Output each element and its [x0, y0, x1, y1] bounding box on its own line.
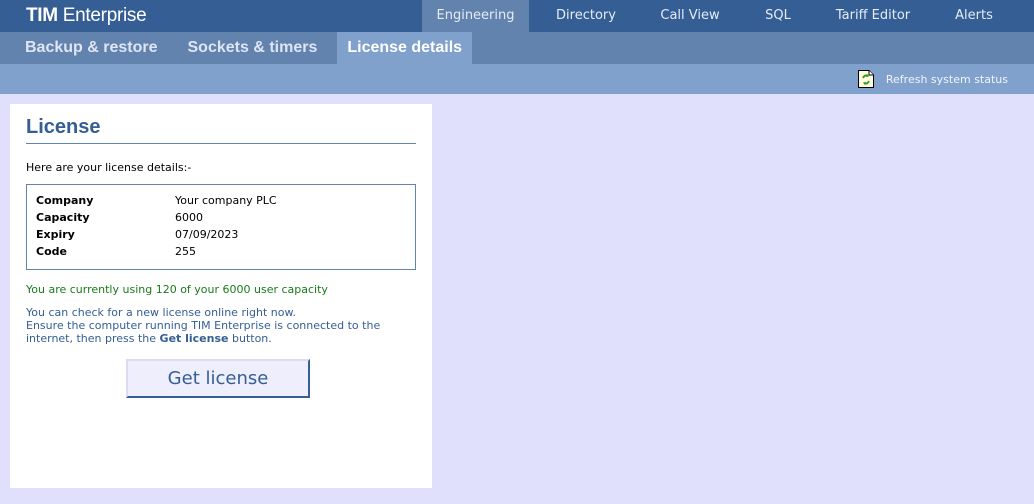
subtab-license-details[interactable]: License details: [337, 32, 473, 64]
details-row-expiry: Expiry 07/09/2023: [36, 228, 238, 245]
subtab-backup-restore[interactable]: Backup & restore: [0, 32, 173, 64]
help-line-2-bold: Get license: [159, 332, 229, 345]
details-value: Your company PLC: [175, 194, 277, 207]
tab-tariff-editor[interactable]: Tariff Editor: [819, 0, 927, 32]
details-key: Code: [36, 245, 67, 258]
tab-directory[interactable]: Directory: [529, 0, 643, 32]
license-details-table: Company Your company PLC Capacity 6000 E…: [26, 184, 416, 270]
sub-nav-bar: Backup & restore Sockets & timers Licens…: [0, 32, 1034, 64]
details-key: Company: [36, 194, 94, 207]
brand-bold: TIM: [26, 5, 58, 26]
page-title: License: [26, 116, 101, 138]
refresh-document-icon: [857, 70, 874, 88]
details-value: 07/09/2023: [175, 228, 239, 241]
help-line-1: You can check for a new license online r…: [26, 306, 296, 319]
refresh-label: Refresh system status: [885, 72, 1008, 86]
help-text: You can check for a new license online r…: [26, 306, 426, 345]
sub-nav: Backup & restore Sockets & timers Licens…: [0, 32, 473, 64]
subtab-sockets-timers[interactable]: Sockets & timers: [173, 32, 338, 64]
details-value: 255: [175, 245, 196, 258]
main-nav: Engineering Directory Call View SQL Tari…: [422, 0, 1021, 32]
details-value: 6000: [175, 211, 203, 224]
tab-sql[interactable]: SQL: [737, 0, 819, 32]
top-bar: TIM Enterprise Engineering Directory Cal…: [0, 0, 1034, 32]
app-logo: TIM Enterprise: [26, 5, 147, 27]
details-row-code: Code 255: [36, 245, 196, 262]
license-panel: License Here are your license details:- …: [10, 104, 432, 488]
intro-text: Here are your license details:-: [26, 161, 192, 174]
details-key: Expiry: [36, 228, 75, 241]
usage-status-text: You are currently using 120 of your 6000…: [26, 283, 328, 296]
details-key: Capacity: [36, 211, 90, 224]
help-line-2-post: button.: [228, 332, 272, 345]
title-divider: [26, 143, 416, 144]
help-line-2: Ensure the computer running TIM Enterpri…: [26, 319, 426, 345]
tab-alerts[interactable]: Alerts: [927, 0, 1021, 32]
tab-call-view[interactable]: Call View: [643, 0, 737, 32]
details-row-capacity: Capacity 6000: [36, 211, 203, 228]
get-license-button[interactable]: Get license: [126, 359, 310, 398]
brand-rest: Enterprise: [62, 5, 147, 26]
status-bar: Refresh system status: [0, 64, 1034, 94]
refresh-system-status-link[interactable]: Refresh system status: [857, 70, 1008, 88]
tab-engineering[interactable]: Engineering: [422, 0, 529, 32]
details-row-company: Company Your company PLC: [36, 194, 277, 211]
